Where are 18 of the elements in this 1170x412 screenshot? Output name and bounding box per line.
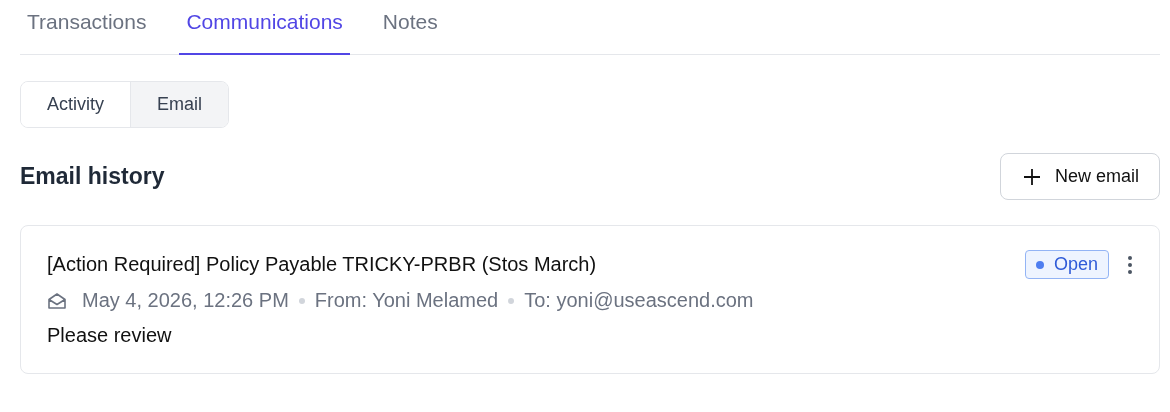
email-card[interactable]: [Action Required] Policy Payable TRICKY-PRBR (Stos March) Open May 4, 2026, 12:26 PM From: Yoni Melamed To: yoni@useascend.com Please review [20,225,1160,374]
tab[interactable]: Transactions [20,0,154,55]
separator-dot [508,297,515,304]
tab[interactable]: Communications [179,0,350,55]
separator-dot [298,297,305,304]
email-date: May 4, 2026, 12:26 PM [82,289,289,312]
more-options-icon[interactable] [1127,254,1133,275]
plus-icon [1022,167,1041,186]
section-title: Email history [20,163,165,190]
status-badge: Open [1024,250,1109,279]
email-subject: [Action Required] Policy Payable TRICKY-PRBR (Stos March) [47,253,597,276]
email-sender: From: Yoni Melamed [314,289,499,312]
tab[interactable]: Notes [375,0,445,55]
toggle-option[interactable]: Email [130,82,229,127]
email-preview: Please review [47,324,173,347]
new-email-button[interactable]: New email [999,153,1160,200]
envelope-icon [47,291,67,310]
email-recipient: To: yoni@useascend.com [524,289,754,312]
